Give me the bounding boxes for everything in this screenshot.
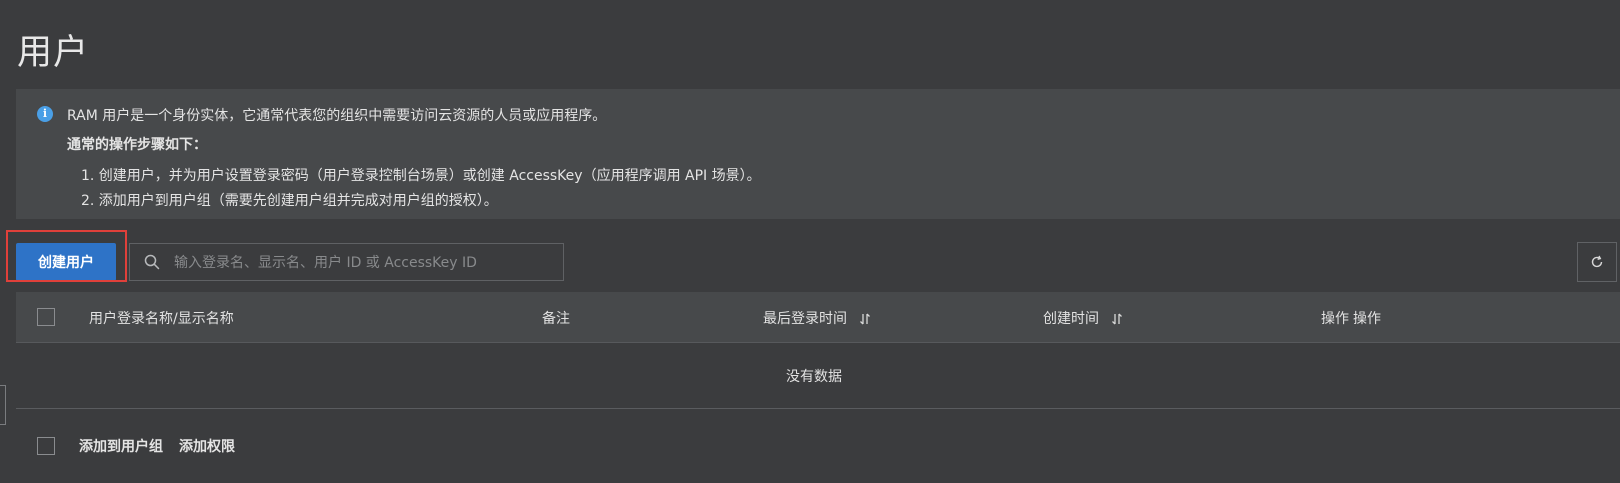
sort-icon[interactable] — [1111, 313, 1123, 325]
footer-select-all-checkbox[interactable] — [37, 437, 55, 455]
column-header-actions-truncated: 操作 — [1321, 311, 1349, 327]
batch-actions-bar: 添加到用户组 添加权限 — [16, 430, 616, 460]
add-to-group-button[interactable]: 添加到用户组 — [79, 436, 163, 456]
table-empty-row: 没有数据 — [16, 342, 1620, 409]
empty-state-text: 没有数据 — [786, 369, 842, 385]
refresh-button[interactable] — [1577, 242, 1617, 282]
add-permission-button[interactable]: 添加权限 — [179, 436, 235, 456]
search-input[interactable] — [172, 244, 561, 282]
info-description: RAM 用户是一个身份实体，它通常代表您的组织中需要访问云资源的人员或应用程序。 — [67, 108, 607, 124]
sort-icon[interactable] — [859, 313, 871, 325]
search-icon — [144, 254, 160, 270]
ram-users-page: › 用户 i RAM 用户是一个身份实体，它通常代表您的组织中需要访问云资源的人… — [0, 0, 1620, 483]
column-header-login-name: 用户登录名称/显示名称 — [89, 311, 234, 327]
column-header-last-login[interactable]: 最后登录时间 — [763, 308, 871, 328]
refresh-icon — [1591, 255, 1603, 268]
table-header: 用户登录名称/显示名称 备注 最后登录时间 创建时间 操作 操作 — [16, 292, 1620, 342]
column-header-created-time[interactable]: 创建时间 — [1043, 308, 1123, 328]
side-collapse-handle[interactable] — [0, 385, 6, 425]
column-header-actions: 操作 — [1353, 311, 1381, 327]
info-step-2: 2. 添加用户到用户组（需要先创建用户组并完成对用户组的授权）。 — [81, 193, 498, 209]
info-notice: i RAM 用户是一个身份实体，它通常代表您的组织中需要访问云资源的人员或应用程… — [16, 89, 1620, 219]
page-title: 用户 — [17, 33, 90, 73]
create-user-button[interactable]: 创建用户 — [16, 243, 116, 281]
info-step-1: 1. 创建用户，并为用户设置登录密码（用户登录控制台场景）或创建 AccessK… — [81, 168, 761, 184]
info-icon: i — [37, 106, 53, 122]
info-steps-title: 通常的操作步骤如下： — [67, 137, 207, 153]
select-all-checkbox[interactable] — [37, 308, 55, 326]
column-header-remark: 备注 — [542, 311, 570, 327]
search-box — [129, 243, 564, 282]
